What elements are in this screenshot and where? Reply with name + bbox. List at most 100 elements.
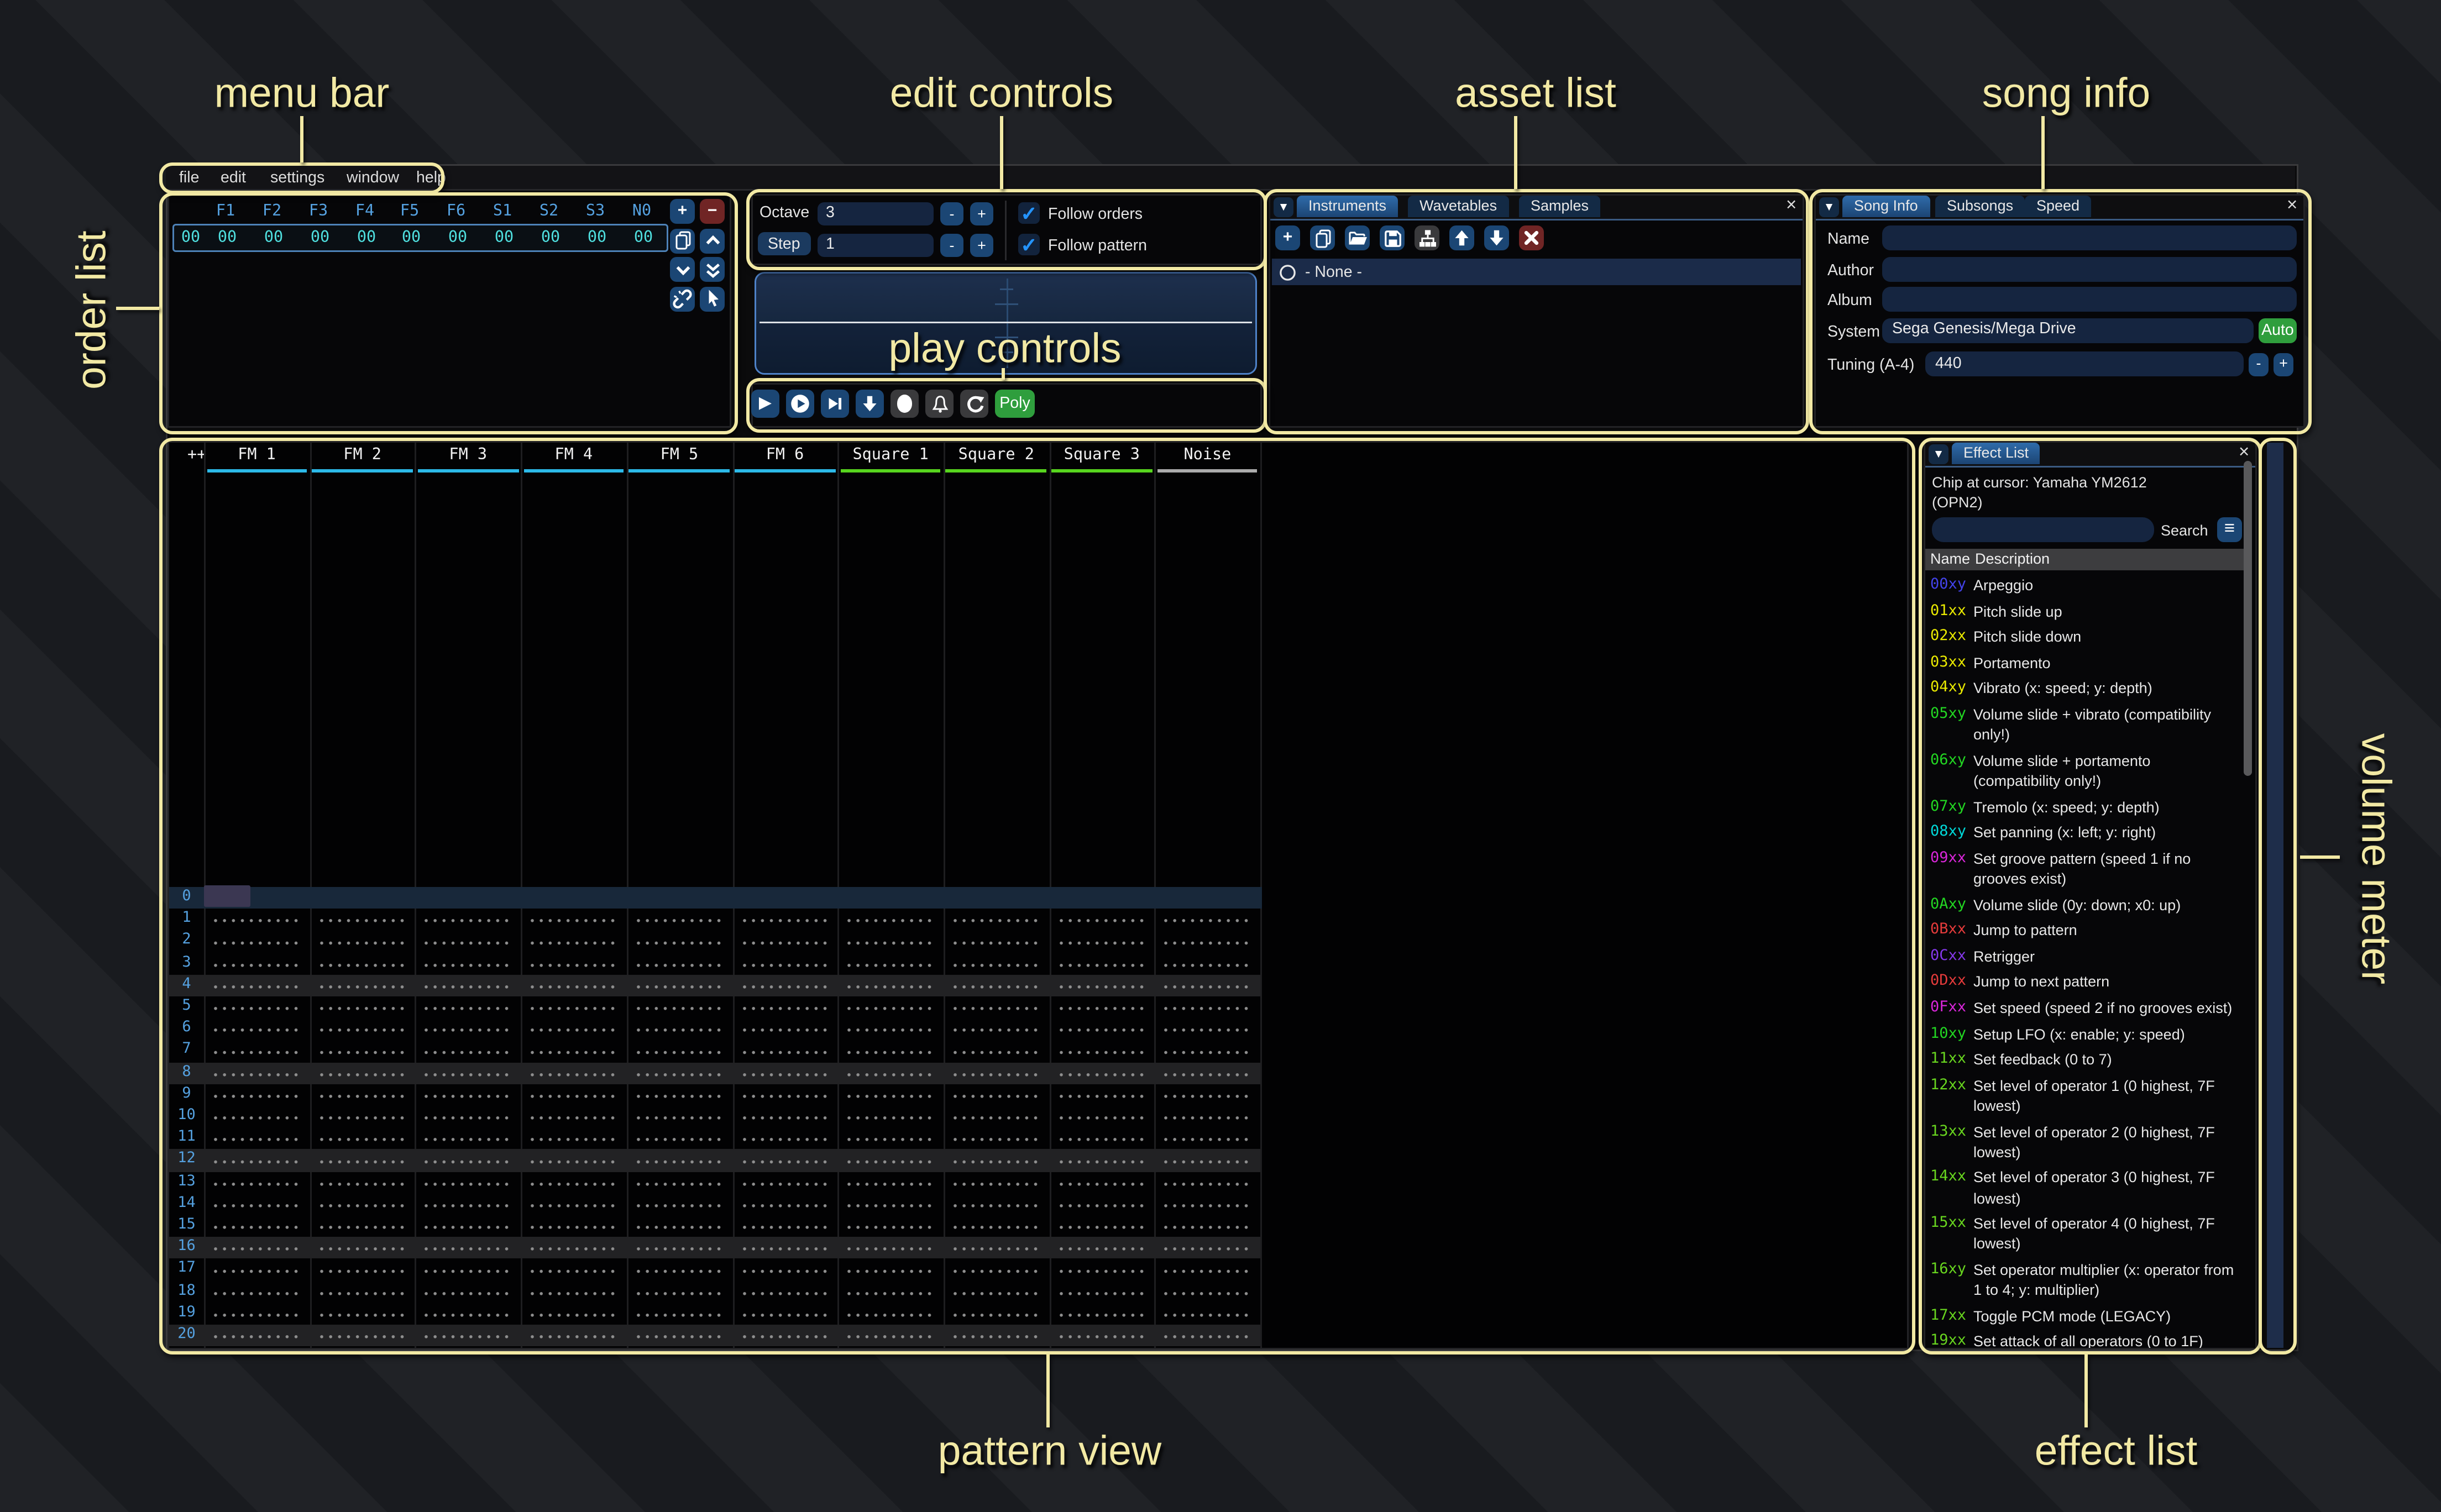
pattern-cell[interactable] xyxy=(846,1172,934,1194)
collapse-icon[interactable]: ▼ xyxy=(1929,444,1948,464)
pattern-cell[interactable] xyxy=(846,1237,934,1259)
album-input[interactable] xyxy=(1882,287,2297,312)
tuning-increase-button[interactable]: + xyxy=(2274,353,2293,376)
pattern-cell[interactable] xyxy=(1057,1303,1145,1325)
pattern-cell[interactable] xyxy=(952,1237,1039,1259)
pattern-cell[interactable] xyxy=(635,1128,722,1150)
effect-row-10xy[interactable]: 10xySetup LFO (x: enable; y: speed) xyxy=(1930,1024,2245,1044)
pattern-cell[interactable] xyxy=(529,1128,616,1150)
order-cell[interactable]: 00 xyxy=(588,229,606,247)
pattern-cell[interactable] xyxy=(212,1040,300,1062)
pattern-cell[interactable] xyxy=(741,1259,828,1281)
tab-samples[interactable]: Samples xyxy=(1519,196,1600,217)
pattern-cell[interactable] xyxy=(1163,1106,1250,1128)
pattern-cell[interactable] xyxy=(1057,1215,1145,1237)
effect-list-scrollbar[interactable] xyxy=(2244,461,2252,776)
pattern-cell[interactable] xyxy=(1163,996,1250,1019)
pattern-cell[interactable] xyxy=(529,1019,616,1041)
stop-button[interactable] xyxy=(856,390,884,418)
pattern-cell[interactable] xyxy=(212,1259,300,1281)
instrument-delete-button[interactable] xyxy=(1519,225,1544,250)
pattern-cell[interactable] xyxy=(846,996,934,1019)
pattern-cell[interactable] xyxy=(423,974,511,996)
record-button[interactable] xyxy=(891,390,919,418)
pattern-row-20[interactable]: 20 xyxy=(169,1325,1260,1347)
step-decrease-button[interactable]: - xyxy=(940,234,963,257)
pattern-cell[interactable] xyxy=(741,1303,828,1325)
octave-input[interactable]: 3 xyxy=(818,202,934,225)
pattern-cell[interactable] xyxy=(635,1303,722,1325)
pattern-cell[interactable] xyxy=(318,1019,405,1041)
effect-row-0Bxx[interactable]: 0BxxJump to pattern xyxy=(1930,920,2245,941)
pattern-cell[interactable] xyxy=(846,1303,934,1325)
pattern-cell[interactable] xyxy=(318,1084,405,1106)
pattern-cell[interactable] xyxy=(212,1019,300,1041)
effect-row-11xx[interactable]: 11xxSet feedback (0 to 7) xyxy=(1930,1049,2245,1070)
effect-row-12xx[interactable]: 12xxSet level of operator 1 (0 highest, … xyxy=(1930,1075,2245,1116)
pattern-cell[interactable] xyxy=(635,1193,722,1215)
channel-header-fm-5[interactable]: FM 5 xyxy=(661,446,699,464)
pattern-cell[interactable] xyxy=(529,953,616,975)
menu-item-settings[interactable]: settings xyxy=(270,169,324,187)
pattern-cell[interactable] xyxy=(529,909,616,931)
pattern-row-2[interactable]: 2 xyxy=(169,931,1260,953)
pattern-cell[interactable] xyxy=(1163,974,1250,996)
effect-row-04xy[interactable]: 04xyVibrato (x: speed; y: depth) xyxy=(1930,679,2245,699)
order-cell[interactable]: 00 xyxy=(448,229,467,247)
pattern-row-3[interactable]: 3 xyxy=(169,953,1260,975)
pattern-cell[interactable] xyxy=(1057,1040,1145,1062)
pattern-cell[interactable] xyxy=(635,1172,722,1194)
octave-decrease-button[interactable]: - xyxy=(940,202,963,225)
pattern-cell[interactable] xyxy=(1163,1062,1250,1084)
pattern-cell[interactable] xyxy=(952,1172,1039,1194)
pattern-cell[interactable] xyxy=(529,1062,616,1084)
pattern-row-18[interactable]: 18 xyxy=(169,1281,1260,1303)
poly-toggle-button[interactable]: Poly xyxy=(995,390,1035,418)
pattern-cell[interactable] xyxy=(846,1259,934,1281)
instrument-move-up-button[interactable] xyxy=(1449,225,1474,250)
pattern-row-8[interactable]: 8 xyxy=(169,1062,1260,1084)
pattern-cell[interactable] xyxy=(423,1172,511,1194)
effect-row-14xx[interactable]: 14xxSet level of operator 3 (0 highest, … xyxy=(1930,1168,2245,1208)
pattern-cell[interactable] xyxy=(846,1128,934,1150)
pattern-cell[interactable] xyxy=(212,1084,300,1106)
pattern-cell[interactable] xyxy=(212,1062,300,1084)
effect-row-17xx[interactable]: 17xxToggle PCM mode (LEGACY) xyxy=(1930,1306,2245,1326)
effect-row-09xx[interactable]: 09xxSet groove pattern (speed 1 if no gr… xyxy=(1930,848,2245,889)
pattern-cell[interactable] xyxy=(529,931,616,953)
pattern-cell[interactable] xyxy=(952,1149,1039,1172)
order-deep-clone-button[interactable] xyxy=(670,286,695,311)
pattern-cell[interactable] xyxy=(952,909,1039,931)
close-icon[interactable]: × xyxy=(2287,196,2297,216)
effect-row-00xy[interactable]: 00xyArpeggio xyxy=(1930,575,2245,596)
pattern-cell[interactable] xyxy=(212,1325,300,1347)
pattern-cell[interactable] xyxy=(846,931,934,953)
tab-wavetables[interactable]: Wavetables xyxy=(1408,196,1508,217)
effect-row-02xx[interactable]: 02xxPitch slide down xyxy=(1930,627,2245,648)
pattern-cell[interactable] xyxy=(952,1325,1039,1347)
pattern-cell[interactable] xyxy=(423,1259,511,1281)
pattern-cell[interactable] xyxy=(846,1193,934,1215)
order-cell[interactable]: 00 xyxy=(264,229,283,247)
pattern-cell[interactable] xyxy=(1057,931,1145,953)
pattern-cell[interactable] xyxy=(423,1128,511,1150)
pattern-cell[interactable] xyxy=(635,1040,722,1062)
channel-header-noise[interactable]: Noise xyxy=(1184,446,1232,464)
pattern-cell[interactable] xyxy=(1163,953,1250,975)
pattern-cell[interactable] xyxy=(741,953,828,975)
pattern-cell[interactable] xyxy=(423,1040,511,1062)
pattern-cell[interactable] xyxy=(846,1040,934,1062)
pattern-row-6[interactable]: 6 xyxy=(169,1019,1260,1041)
pattern-cell[interactable] xyxy=(846,1149,934,1172)
effect-row-01xx[interactable]: 01xxPitch slide up xyxy=(1930,601,2245,622)
tuning-decrease-button[interactable]: - xyxy=(2249,353,2269,376)
pattern-cell[interactable] xyxy=(318,1149,405,1172)
pattern-cell[interactable] xyxy=(1163,1303,1250,1325)
pattern-cell[interactable] xyxy=(529,1325,616,1347)
pattern-row-13[interactable]: 13 xyxy=(169,1172,1260,1194)
pattern-cell[interactable] xyxy=(1057,1128,1145,1150)
pattern-cell[interactable] xyxy=(952,1215,1039,1237)
pattern-cell[interactable] xyxy=(212,931,300,953)
effect-row-15xx[interactable]: 15xxSet level of operator 4 (0 highest, … xyxy=(1930,1214,2245,1254)
pattern-cell[interactable] xyxy=(1163,1259,1250,1281)
